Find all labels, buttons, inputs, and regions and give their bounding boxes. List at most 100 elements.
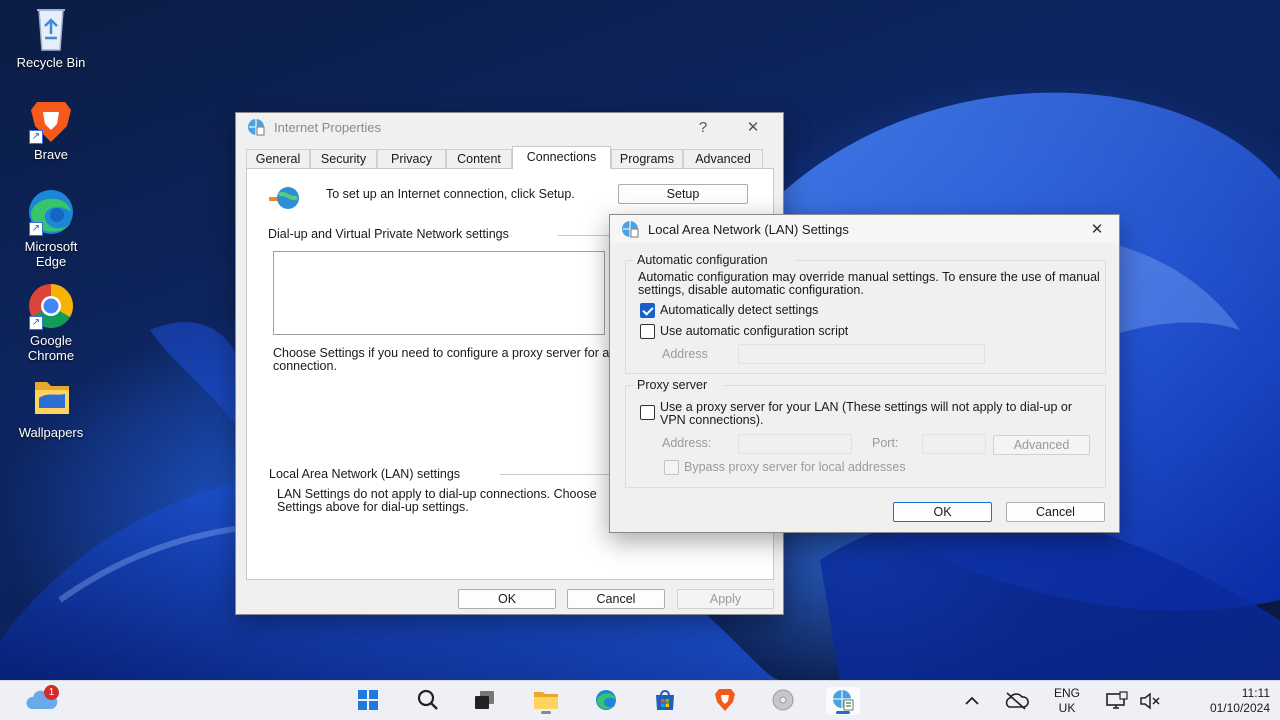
divider — [500, 474, 618, 475]
running-indicator — [541, 711, 551, 714]
titlebar[interactable]: Internet Properties ? ✕ — [236, 113, 783, 141]
divider — [625, 260, 633, 261]
dialog-title: Local Area Network (LAN) Settings — [648, 221, 849, 237]
ok-button[interactable]: OK — [893, 502, 992, 522]
divider — [796, 260, 1106, 261]
start-button[interactable] — [351, 687, 385, 715]
shortcut-arrow-icon: ↗ — [29, 222, 43, 236]
close-button[interactable]: ✕ — [1079, 220, 1115, 238]
clock[interactable]: 11:11 01/10/2024 — [1178, 686, 1270, 716]
taskbar-brave[interactable] — [708, 687, 742, 715]
tab-content[interactable]: Content — [446, 149, 512, 168]
network-status[interactable] — [1105, 691, 1129, 711]
desktop-icon-recycle-bin[interactable]: Recycle Bin — [8, 4, 94, 70]
apply-button[interactable]: Apply — [677, 589, 774, 609]
window-title: Internet Properties — [274, 119, 381, 135]
tab-security[interactable]: Security — [310, 149, 377, 168]
desktop-icon-label: Google Chrome — [27, 333, 75, 363]
taskbar-disc-app[interactable] — [766, 687, 800, 715]
use-proxy-checkbox[interactable] — [640, 405, 655, 420]
desktop-icon-label: Microsoft Edge — [24, 239, 78, 269]
cancel-button[interactable]: Cancel — [567, 589, 665, 609]
desktop-icon-chrome[interactable]: ↗ Google Chrome — [8, 282, 94, 363]
internet-options-icon — [620, 219, 640, 239]
weather-widget[interactable]: 1 — [24, 685, 64, 716]
desktop-icon-label: Brave — [34, 147, 68, 162]
cloud-icon — [24, 690, 60, 716]
folder-icon — [23, 374, 79, 422]
tab-general[interactable]: General — [246, 149, 310, 168]
advanced-button[interactable]: Advanced — [993, 435, 1090, 455]
cloud-offline-icon — [1003, 692, 1029, 714]
port-input[interactable] — [922, 434, 986, 454]
tab-strip: General Security Privacy Content Connect… — [246, 146, 776, 169]
proxy-address-input[interactable] — [738, 434, 852, 454]
tab-advanced[interactable]: Advanced — [683, 149, 763, 168]
chevron-up-icon — [962, 696, 982, 712]
connections-list[interactable] — [273, 251, 605, 335]
tab-programs[interactable]: Programs — [611, 149, 683, 168]
folder-icon — [533, 689, 559, 714]
taskbar-file-explorer[interactable] — [529, 687, 563, 715]
onedrive-status[interactable] — [1003, 691, 1029, 711]
help-button[interactable]: ? — [685, 119, 721, 136]
recycle-bin-icon — [23, 4, 79, 52]
shortcut-arrow-icon: ↗ — [29, 316, 43, 330]
brave-icon — [714, 688, 736, 715]
script-address-input[interactable] — [738, 344, 985, 364]
divider — [625, 385, 633, 386]
network-globe-icon — [267, 185, 301, 211]
chrome-icon: ↗ — [23, 282, 79, 330]
tab-connections[interactable]: Connections — [512, 146, 611, 169]
port-label: Port: — [872, 436, 899, 450]
setup-button[interactable]: Setup — [618, 184, 748, 204]
auto-detect-checkbox[interactable] — [640, 303, 655, 318]
edge-icon: ↗ — [23, 188, 79, 236]
desktop-icon-edge[interactable]: ↗ Microsoft Edge — [8, 188, 94, 269]
bypass-local-label[interactable]: Bypass proxy server for local addresses — [684, 461, 906, 474]
desktop-icon-label: Recycle Bin — [16, 55, 86, 70]
tab-privacy[interactable]: Privacy — [377, 149, 446, 168]
search-icon — [417, 689, 439, 714]
disc-icon — [771, 688, 795, 715]
cancel-button[interactable]: Cancel — [1006, 502, 1105, 522]
ethernet-icon — [1105, 691, 1129, 714]
language-code: ENG — [1053, 686, 1080, 700]
use-proxy-label[interactable]: Use a proxy server for your LAN (These s… — [660, 401, 1100, 427]
search-button[interactable] — [411, 687, 445, 715]
taskbar-internet-options[interactable] — [826, 687, 860, 715]
shortcut-arrow-icon: ↗ — [29, 130, 43, 144]
divider — [723, 385, 1106, 386]
task-view-icon — [473, 689, 497, 714]
taskbar: 1 ENG UK 11:11 01/10/2024 — [0, 680, 1280, 720]
edge-icon — [594, 688, 618, 715]
keyboard-layout: UK — [1058, 701, 1076, 715]
auto-script-checkbox[interactable] — [640, 324, 655, 339]
dialup-vpn-heading: Dial-up and Virtual Private Network sett… — [268, 227, 509, 241]
auto-detect-label[interactable]: Automatically detect settings — [660, 304, 818, 317]
bypass-local-checkbox[interactable] — [664, 460, 679, 475]
auto-config-description: Automatic configuration may override man… — [638, 270, 1100, 297]
proxy-hint-text: Choose Settings if you need to configure… — [273, 346, 610, 373]
store-icon — [653, 688, 677, 715]
clock-time: 11:11 — [1241, 686, 1270, 700]
address-label: Address — [662, 347, 708, 361]
brave-icon: ↗ — [23, 96, 79, 144]
close-button[interactable]: ✕ — [735, 118, 771, 136]
taskbar-microsoft-store[interactable] — [648, 687, 682, 715]
ok-button[interactable]: OK — [458, 589, 556, 609]
lan-note-text: LAN Settings do not apply to dial-up con… — [277, 487, 597, 514]
show-hidden-icons-button[interactable] — [962, 693, 982, 709]
input-language[interactable]: ENG UK — [1046, 686, 1088, 716]
running-indicator — [836, 711, 850, 714]
task-view-button[interactable] — [468, 687, 502, 715]
setup-text: To set up an Internet connection, click … — [326, 187, 575, 201]
volume-button[interactable] — [1138, 691, 1162, 711]
lan-settings-dialog: Local Area Network (LAN) Settings ✕ Auto… — [609, 214, 1120, 533]
desktop-icon-wallpapers[interactable]: Wallpapers — [8, 374, 94, 440]
notification-badge: 1 — [44, 685, 59, 700]
taskbar-edge[interactable] — [589, 687, 623, 715]
desktop-icon-brave[interactable]: ↗ Brave — [8, 96, 94, 162]
titlebar[interactable]: Local Area Network (LAN) Settings ✕ — [610, 215, 1119, 243]
auto-script-label[interactable]: Use automatic configuration script — [660, 325, 848, 338]
